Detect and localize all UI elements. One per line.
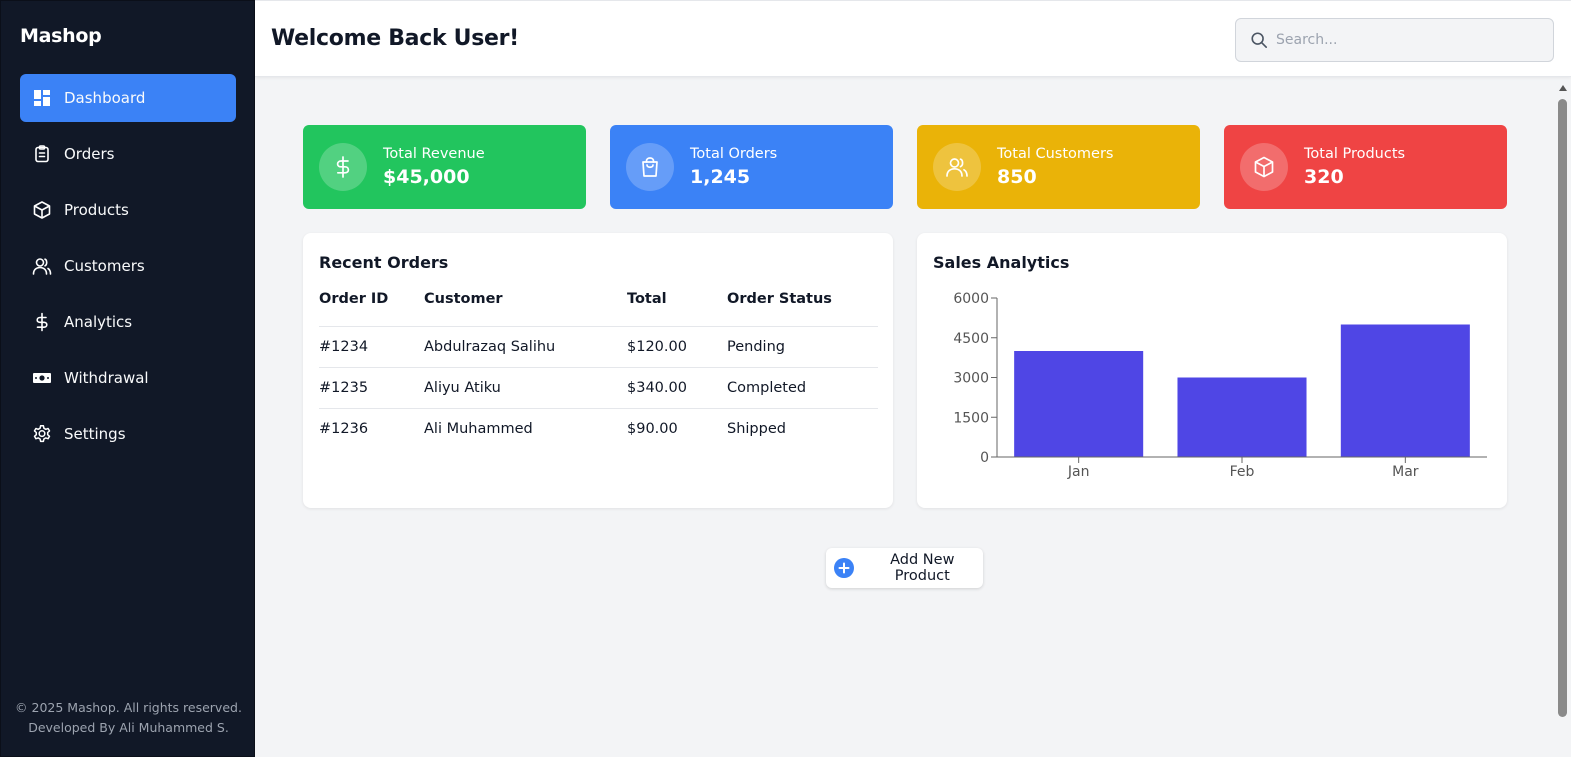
x-tick-label: Jan xyxy=(1067,464,1090,480)
status-cell: Pending xyxy=(727,326,878,368)
column-header-customer: Customer xyxy=(424,291,627,327)
sidebar-item-customers[interactable]: Customers xyxy=(20,242,236,290)
sidebar-nav: Dashboard Orders Products Customers Anal… xyxy=(20,74,236,466)
column-header-total: Total xyxy=(627,291,727,327)
clipboard-icon xyxy=(32,144,52,164)
box-icon xyxy=(1240,143,1288,191)
y-tick-label: 6000 xyxy=(953,291,989,307)
sidebar-item-analytics[interactable]: Analytics xyxy=(20,298,236,346)
search-input[interactable] xyxy=(1276,32,1536,48)
table-header-row: Order ID Customer Total Order Status xyxy=(319,291,878,327)
column-header-order-id: Order ID xyxy=(319,291,424,327)
sales-analytics-card: Sales Analytics 0 1500 3000 4500 6000 Jan Feb M… xyxy=(917,233,1507,508)
order-id-cell: #1236 xyxy=(319,420,369,437)
users-icon xyxy=(933,143,981,191)
sales-bar-chart: 0 1500 3000 4500 6000 Jan Feb Mar xyxy=(953,291,1487,480)
dashboard-icon xyxy=(32,88,52,108)
main-scrollbar[interactable] xyxy=(1557,83,1569,757)
bar-feb xyxy=(1177,377,1307,457)
sidebar-item-label: Settings xyxy=(64,425,126,443)
stat-label: Total Products xyxy=(1304,146,1406,162)
add-new-product-label: Add New Product xyxy=(890,552,955,584)
sidebar-item-products[interactable]: Products xyxy=(20,186,236,234)
customer-cell: Aliyu Atiku xyxy=(424,367,627,409)
x-tick-label: Mar xyxy=(1392,464,1419,480)
stat-value: 850 xyxy=(997,166,1037,188)
y-tick-label: 0 xyxy=(980,450,989,466)
orders-table: Order ID Customer Total Order Status #12… xyxy=(319,291,878,449)
add-new-product-button[interactable]: Add New Product xyxy=(826,548,983,588)
order-id-cell: #1234 xyxy=(319,326,424,368)
users-icon xyxy=(32,256,52,276)
total-cell: $120.00 xyxy=(627,326,727,368)
total-cell: $340.00 xyxy=(627,367,727,409)
customer-cell: Abdulrazaq Salihu xyxy=(424,326,627,368)
plus-circle-icon xyxy=(834,558,854,578)
column-header-order-status: Order Status xyxy=(727,291,878,327)
scroll-thumb[interactable] xyxy=(1558,99,1567,717)
y-tick-label: 1500 xyxy=(953,410,989,426)
bar-mar xyxy=(1340,324,1470,457)
sidebar-item-orders[interactable]: Orders xyxy=(20,130,236,178)
page-title: Welcome Back User! xyxy=(271,26,519,51)
table-row[interactable]: #1234 Abdulrazaq Salihu $120.00 Pending xyxy=(319,326,878,368)
search-icon xyxy=(1251,32,1268,49)
x-tick-label: Feb xyxy=(1230,464,1255,480)
sidebar-item-label: Analytics xyxy=(64,313,133,331)
stat-value: 320 xyxy=(1304,166,1344,188)
copyright-text: © 2025 Mashop. All rights reserved. xyxy=(15,700,242,715)
y-tick-label: 4500 xyxy=(953,331,989,347)
sidebar-item-dashboard[interactable]: Dashboard xyxy=(20,74,236,122)
stat-card-revenue: Total Revenue $45,000 xyxy=(303,125,586,209)
dollar-icon xyxy=(319,143,367,191)
stat-label: Total Orders xyxy=(690,146,778,162)
total-cell: $90.00 xyxy=(627,420,678,437)
bar-jan xyxy=(1014,351,1144,457)
sidebar: Mashop Dashboard Orders Products Custome… xyxy=(0,0,255,757)
y-tick-label: 3000 xyxy=(953,371,989,387)
top-bar: Welcome Back User! xyxy=(255,0,1571,77)
status-cell: Completed xyxy=(727,367,878,409)
shopping-bag-icon xyxy=(626,143,674,191)
table-row[interactable]: #1235 Aliyu Atiku $340.00 Completed xyxy=(319,367,878,409)
stat-label: Total Customers xyxy=(997,146,1114,162)
recent-orders-title: Recent Orders xyxy=(319,253,449,272)
scroll-up-arrow[interactable] xyxy=(1559,85,1567,91)
stat-label: Total Revenue xyxy=(383,146,485,162)
stat-card-orders: Total Orders 1,245 xyxy=(610,125,893,209)
customer-cell: Ali Muhammed xyxy=(424,420,533,437)
sidebar-item-withdrawal[interactable]: Withdrawal xyxy=(20,354,236,402)
dollar-icon xyxy=(32,312,52,332)
brand-logo[interactable]: Mashop xyxy=(20,25,102,47)
sidebar-item-label: Customers xyxy=(64,257,145,275)
table-row[interactable]: #1236 Ali Muhammed $90.00 Shipped xyxy=(319,408,878,449)
search-box[interactable] xyxy=(1235,18,1554,62)
stat-value: 1,245 xyxy=(690,166,751,188)
sidebar-footer: © 2025 Mashop. All rights reserved. Deve… xyxy=(1,698,256,738)
stat-card-products: Total Products 320 xyxy=(1224,125,1507,209)
box-icon xyxy=(32,200,52,220)
stat-value: $45,000 xyxy=(383,166,470,188)
sidebar-item-label: Products xyxy=(64,201,129,219)
stat-card-customers: Total Customers 850 xyxy=(917,125,1200,209)
sidebar-item-label: Orders xyxy=(64,145,115,163)
recent-orders-card: Recent Orders Order ID Customer Total Or… xyxy=(303,233,893,508)
sidebar-item-label: Withdrawal xyxy=(64,369,149,387)
banknote-icon xyxy=(32,368,52,388)
sidebar-item-settings[interactable]: Settings xyxy=(20,410,236,458)
gear-icon xyxy=(32,424,52,444)
status-cell: Shipped xyxy=(727,420,786,437)
developer-credit: Developed By Ali Muhammed S. xyxy=(28,720,229,735)
sidebar-item-label: Dashboard xyxy=(64,89,146,107)
order-id-cell: #1235 xyxy=(319,367,424,409)
